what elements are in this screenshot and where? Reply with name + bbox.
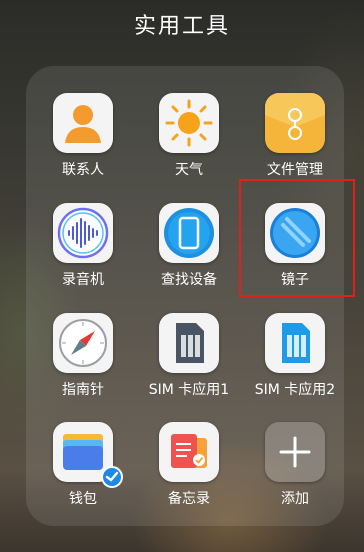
app-label: SIM 卡应用2	[254, 382, 336, 398]
plus-icon	[265, 422, 325, 482]
app-label: 钱包	[69, 491, 97, 507]
notes-icon	[159, 422, 219, 482]
weather-sun-icon	[159, 93, 219, 153]
app-label: 指南针	[62, 382, 104, 398]
sim-card-icon	[159, 313, 219, 373]
folder-title: 实用工具	[133, 14, 230, 39]
app-label: 联系人	[62, 162, 104, 178]
find-device-phone-icon	[159, 203, 219, 263]
app-label: 查找设备	[161, 272, 217, 288]
app-label: SIM 卡应用1	[148, 382, 230, 398]
highlight-box	[239, 179, 355, 297]
app-label: 天气	[175, 162, 203, 178]
file-folder-icon	[265, 93, 325, 153]
verified-badge-icon	[101, 466, 123, 488]
contacts-icon	[53, 93, 113, 153]
recorder-waveform-icon	[53, 203, 113, 263]
app-label: 备忘录	[168, 491, 210, 507]
compass-icon	[53, 313, 113, 373]
app-label: 文件管理	[267, 162, 323, 178]
app-label: 添加	[281, 491, 309, 507]
sim-card-icon	[265, 313, 325, 373]
app-label: 录音机	[62, 272, 104, 288]
